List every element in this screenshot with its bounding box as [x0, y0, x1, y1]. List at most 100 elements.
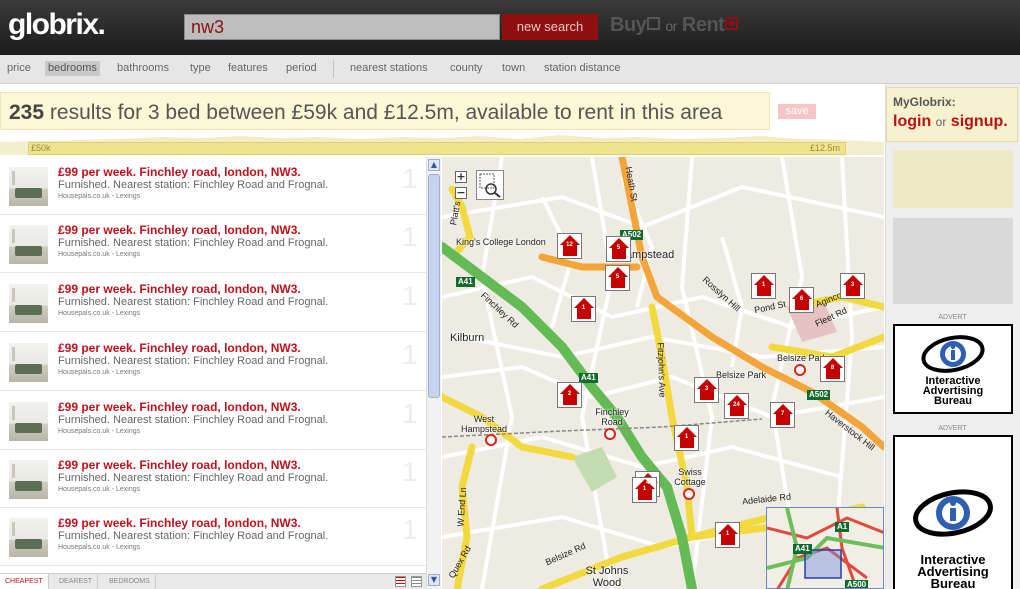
buy-rent-toggle: Buy or Rent: [610, 14, 739, 37]
property-thumbnail[interactable]: [9, 343, 48, 382]
box-zoom-icon[interactable]: [476, 170, 504, 200]
ad-line-3: Bureau: [930, 576, 976, 589]
marker-count: 1: [581, 305, 586, 311]
listing-title[interactable]: £99 per week. Finchley road, london, NW3…: [58, 165, 301, 179]
road-label-fitzjohns-ave: Fitzjohn's Ave: [655, 342, 668, 398]
list-view-icon[interactable]: [395, 576, 406, 587]
property-thumbnail[interactable]: [9, 225, 48, 264]
scroll-up-icon[interactable]: ▲: [428, 159, 440, 171]
filter-bathrooms[interactable]: bathrooms: [117, 62, 169, 74]
listing-number: 1: [402, 514, 418, 545]
price-max-label: £12.5m: [810, 143, 841, 153]
list-item[interactable]: £99 per week. Finchley road, london, NW3…: [0, 392, 426, 450]
filter-period[interactable]: period: [286, 62, 317, 74]
property-marker[interactable]: 1: [674, 425, 699, 451]
property-marker[interactable]: 7: [770, 402, 795, 428]
sidebar-placeholder: [893, 218, 1013, 304]
scrollbar-thumb[interactable]: [428, 174, 440, 398]
scroll-down-icon[interactable]: ▼: [428, 574, 440, 586]
zoom-out-button[interactable]: −: [455, 187, 467, 199]
top-header: globrix. nw3 new search Buy or Rent: [0, 0, 1020, 55]
property-thumbnail[interactable]: [9, 284, 48, 323]
signup-link[interactable]: signup.: [951, 113, 1008, 130]
advert-label: ADVERT: [938, 425, 967, 432]
advert-banner[interactable]: Interactive Advertising Bureau: [893, 324, 1013, 414]
list-item[interactable]: £99 per week. Finchley road, london, NW3…: [0, 157, 426, 215]
marker-count: 1: [684, 434, 689, 440]
results-summary: 235 results for 3 bed between £59k and £…: [0, 92, 770, 130]
place-label-kilburn: Kilburn: [450, 332, 485, 344]
buy-label[interactable]: Buy: [610, 14, 647, 36]
listing-description: Furnished. Nearest station: Finchley Roa…: [58, 355, 329, 367]
listing-title[interactable]: £99 per week. Finchley road, london, NW3…: [58, 400, 301, 414]
listing-title[interactable]: £99 per week. Finchley road, london, NW3…: [58, 458, 301, 472]
property-marker[interactable]: 1: [751, 273, 776, 299]
filter-bedrooms[interactable]: bedrooms: [45, 61, 100, 76]
results-description: results for 3 bed between £59k and £12.5…: [49, 101, 723, 124]
listing-source: Housepals.co.uk - Lexings: [58, 428, 141, 435]
listing-number: 1: [402, 163, 418, 194]
advert-label: ADVERT: [938, 314, 967, 321]
list-item[interactable]: £99 per week. Finchley road, london, NW3…: [0, 508, 426, 566]
property-thumbnail[interactable]: [9, 167, 48, 206]
list-item[interactable]: £99 per week. Finchley road, london, NW3…: [0, 215, 426, 273]
property-marker[interactable]: 5: [606, 236, 631, 262]
price-slider[interactable]: £50k £12.5m: [0, 142, 884, 155]
listing-title[interactable]: £99 per week. Finchley road, london, NW3…: [58, 223, 301, 237]
rent-checkbox[interactable]: [725, 17, 739, 30]
filter-station-distance[interactable]: station distance: [544, 62, 620, 74]
tab-dearest[interactable]: DEAREST: [54, 574, 99, 589]
property-thumbnail[interactable]: [9, 518, 48, 557]
new-search-button[interactable]: new search: [502, 14, 598, 40]
property-marker[interactable]: 12: [557, 233, 582, 259]
results-map[interactable]: King's College London Hampstead Kilburn …: [442, 157, 884, 589]
compact-view-icon[interactable]: [411, 576, 422, 587]
listing-title[interactable]: £99 per week. Finchley road, london, NW3…: [58, 516, 301, 530]
property-marker[interactable]: 6: [789, 287, 814, 313]
price-slider-range[interactable]: [28, 142, 846, 155]
property-marker[interactable]: 24: [724, 393, 749, 419]
zoom-in-button[interactable]: +: [455, 171, 467, 183]
globrix-logo[interactable]: globrix.: [8, 8, 106, 42]
listing-title[interactable]: £99 per week. Finchley road, london, NW3…: [58, 282, 301, 296]
listing-source: Housepals.co.uk - Lexings: [58, 544, 141, 551]
property-marker[interactable]: 1: [715, 522, 740, 548]
filter-features[interactable]: features: [228, 62, 268, 74]
filter-bar: price bedrooms bathrooms type features p…: [0, 55, 1020, 84]
save-search-button[interactable]: save: [778, 104, 816, 119]
listing-title[interactable]: £99 per week. Finchley road, london, NW3…: [58, 341, 301, 355]
rent-label[interactable]: Rent: [682, 14, 725, 36]
property-thumbnail[interactable]: [9, 460, 48, 499]
filter-nearest-stations[interactable]: nearest stations: [350, 62, 428, 74]
ad-line-3: Bureau: [934, 395, 972, 407]
property-marker[interactable]: 5: [605, 265, 630, 291]
property-thumbnail[interactable]: [9, 402, 48, 441]
price-min-label: £50k: [31, 143, 51, 153]
search-input[interactable]: nw3: [184, 14, 500, 40]
property-marker[interactable]: 2: [557, 382, 582, 408]
list-item[interactable]: £99 per week. Finchley road, london, NW3…: [0, 450, 426, 508]
sidebar-panel: [893, 150, 1013, 208]
overview-minimap[interactable]: A1 A41 A500: [766, 507, 884, 589]
list-item[interactable]: £99 per week. Finchley road, london, NW3…: [0, 333, 426, 391]
advert-banner[interactable]: Interactive Advertising Bureau: [893, 435, 1013, 589]
property-marker[interactable]: 3: [694, 377, 719, 403]
filter-price[interactable]: price: [7, 62, 31, 74]
filter-county[interactable]: county: [450, 62, 482, 74]
listing-number: 1: [402, 339, 418, 370]
results-scrollbar[interactable]: ▲ ▼: [426, 157, 441, 589]
listing-number: 1: [402, 456, 418, 487]
login-link[interactable]: login: [893, 113, 931, 130]
filter-town[interactable]: town: [502, 62, 525, 74]
list-item[interactable]: £99 per week. Finchley road, london, NW3…: [0, 274, 426, 332]
marker-count: 12: [566, 242, 573, 248]
tab-cheapest[interactable]: CHEAPEST: [0, 574, 49, 589]
property-marker[interactable]: 8: [820, 356, 845, 382]
property-marker[interactable]: 3: [840, 273, 865, 299]
marker-count: 8: [830, 365, 835, 371]
iab-logo-icon: [913, 489, 993, 537]
filter-type[interactable]: type: [190, 62, 211, 74]
buy-checkbox[interactable]: [647, 17, 661, 30]
tab-bedrooms[interactable]: BEDROOMS: [104, 574, 156, 589]
property-marker[interactable]: 1: [571, 296, 596, 322]
